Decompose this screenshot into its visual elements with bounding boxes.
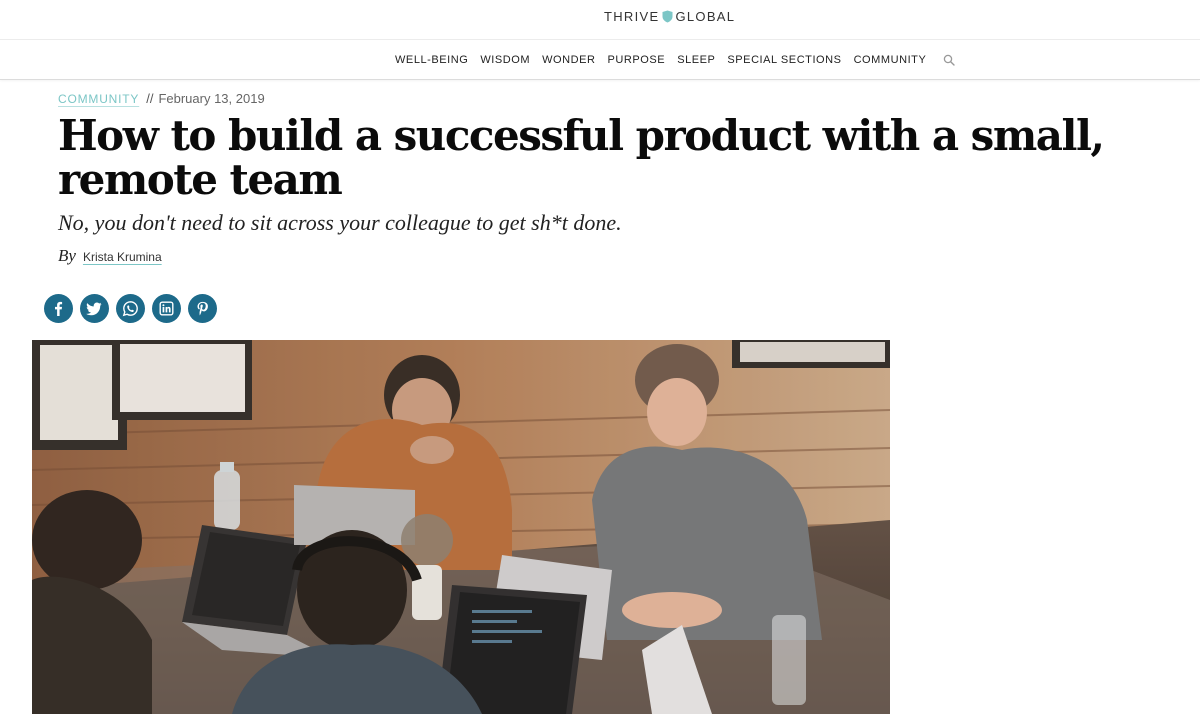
search-icon[interactable] [943, 54, 956, 66]
top-header: THRIVE GLOBAL [0, 0, 1200, 40]
logo-text-right: GLOBAL [675, 8, 736, 24]
nav-item-wisdom[interactable]: WISDOM [480, 54, 530, 66]
byline: By Krista Krumina [58, 246, 162, 266]
nav-item-sleep[interactable]: SLEEP [677, 54, 715, 66]
facebook-icon [55, 301, 63, 316]
category-link[interactable]: COMMUNITY [58, 92, 139, 106]
linkedin-icon [159, 301, 174, 316]
nav-item-wonder[interactable]: WONDER [542, 54, 595, 66]
main-nav: WELL-BEING WISDOM WONDER PURPOSE SLEEP S… [0, 40, 1200, 80]
twitter-icon [86, 302, 102, 316]
nav-list: WELL-BEING WISDOM WONDER PURPOSE SLEEP S… [395, 54, 956, 66]
publish-date: February 13, 2019 [158, 91, 265, 106]
share-pinterest-button[interactable] [188, 294, 217, 323]
meta-separator: // [146, 91, 154, 106]
hero-image [32, 340, 890, 714]
share-facebook-button[interactable] [44, 294, 73, 323]
whatsapp-icon [122, 301, 138, 317]
byline-label: By [58, 246, 76, 265]
author-link[interactable]: Krista Krumina [83, 250, 162, 264]
share-linkedin-button[interactable] [152, 294, 181, 323]
share-twitter-button[interactable] [80, 294, 109, 323]
share-whatsapp-button[interactable] [116, 294, 145, 323]
article-meta: COMMUNITY // February 13, 2019 [58, 91, 265, 106]
pinterest-icon [197, 301, 208, 316]
nav-item-purpose[interactable]: PURPOSE [608, 54, 666, 66]
hero-photo-illustration [32, 340, 890, 714]
share-buttons [44, 294, 224, 323]
nav-item-community[interactable]: COMMUNITY [854, 54, 927, 66]
article-title: How to build a successful product with a… [58, 111, 1105, 204]
thrive-global-logo[interactable]: THRIVE GLOBAL [604, 8, 735, 24]
logo-text-left: THRIVE [604, 8, 660, 24]
logo-shield-icon [662, 10, 673, 22]
nav-item-special-sections[interactable]: SPECIAL SECTIONS [727, 54, 841, 66]
article-subtitle: No, you don't need to sit across your co… [58, 210, 622, 235]
nav-item-well-being[interactable]: WELL-BEING [395, 54, 468, 66]
